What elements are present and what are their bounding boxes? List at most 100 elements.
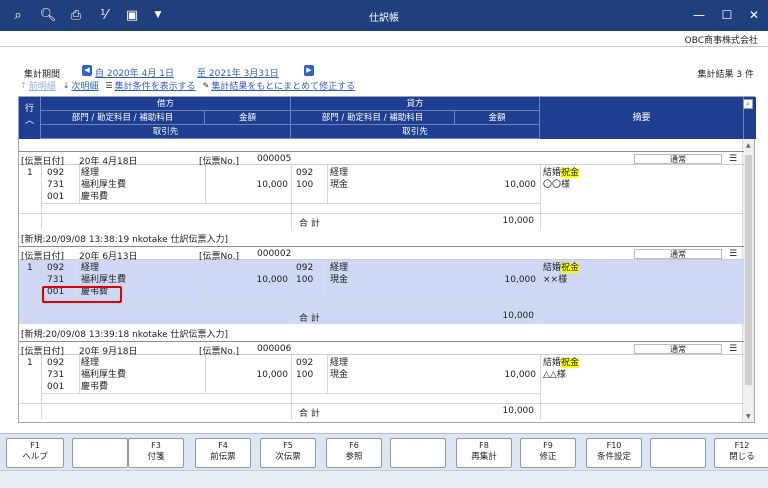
scroll-thumb[interactable] [745, 155, 752, 385]
divider [79, 165, 80, 203]
period-prev-button[interactable]: ◀ [82, 65, 92, 76]
fkey-number: F4 [218, 441, 228, 450]
fkey-f12-button[interactable]: F12 閉じる [714, 438, 768, 468]
credit-amount[interactable]: 10,000 [479, 179, 537, 191]
credit-amount[interactable]: 10,000 [479, 369, 537, 381]
fkey-f3-button[interactable]: F3 付箋 [128, 438, 184, 468]
fkey-f9-button[interactable]: F9 修正 [520, 438, 576, 468]
fkey-f5-button[interactable]: F5 次伝票 [260, 438, 316, 468]
excel-icon[interactable]: ▣ [122, 6, 142, 24]
menu-icon[interactable]: ☰ [729, 344, 737, 354]
debit-account-name: 福利厚生費 [81, 370, 127, 380]
memo-prefix: 結婚 [543, 263, 562, 273]
debit-amount[interactable]: 10,000 [231, 369, 289, 381]
voucher-type-field[interactable]: 通常 [634, 154, 722, 164]
voucher-block[interactable]: [伝票日付] 20年 9月18日 [伝票No.] 000006 通常 ☰ 1 0… [19, 341, 744, 419]
fkey-f6-button[interactable]: F6 参照 [326, 438, 382, 468]
memo-line1[interactable]: 結婚祝金 [543, 167, 580, 179]
audit-info: [新規:20/09/08 13:38:19 nkotake 仕訳伝票入力] [21, 235, 229, 245]
print-icon[interactable]: ⎙ [66, 6, 86, 24]
fkey-number: F8 [479, 441, 489, 450]
debit-sub-code[interactable]: 001 [47, 381, 64, 393]
voucher-header: [伝票日付] 20年 9月18日 [伝票No.] 000006 通常 ☰ [19, 342, 744, 357]
debit-account-name: 福利厚生費 [81, 180, 127, 190]
memo-line1[interactable]: 結婚祝金 [543, 262, 580, 274]
voucher-no: 000002 [257, 249, 292, 259]
search-page-icon[interactable]: 🔍︎ [38, 6, 58, 24]
fkey-f4-button[interactable]: F4 前伝票 [195, 438, 251, 468]
bulk-edit-link[interactable]: 集計結果をもとにまとめて修正する [211, 79, 355, 92]
show-conditions-link[interactable]: 集計条件を表示する [115, 79, 196, 92]
voucher-type-field[interactable]: 通常 [634, 344, 722, 354]
menu-icon[interactable]: ☰ [729, 249, 737, 259]
voucher-type-field[interactable]: 通常 [634, 249, 722, 259]
pencil-icon: ✎ [202, 80, 210, 90]
header-debit-account: 部門 / 勘定科目 / 補助科目 [41, 111, 205, 125]
total-amount: 10,000 [502, 406, 535, 416]
credit-dept-code[interactable]: 092 [296, 167, 313, 179]
prev-detail-link[interactable]: 前明細 [29, 79, 56, 92]
debit-account-code[interactable]: 731 [47, 179, 64, 191]
dropdown-icon[interactable]: ▼ [148, 6, 168, 24]
fkey-number: F3 [151, 441, 161, 450]
minimize-button[interactable]: — [686, 5, 712, 25]
divider [291, 165, 292, 229]
debit-dept-code[interactable]: 092 [47, 167, 64, 179]
divider [327, 260, 328, 298]
divider [205, 165, 206, 203]
header-debit-partner: 取引先 [41, 125, 291, 139]
fkey-f1-button[interactable]: F1 ヘルプ [6, 438, 64, 468]
memo-line1[interactable]: 結婚祝金 [543, 357, 580, 369]
period-to-link[interactable]: 至 2021年 3月31日 [197, 66, 279, 79]
voucher-header: [伝票日付] 20年 4月18日 [伝票No.] 000005 通常 ☰ [19, 152, 744, 167]
divider [19, 213, 744, 214]
arrow-up-icon: ↑ [20, 80, 27, 90]
search-plus-icon[interactable]: ⌕ [8, 6, 28, 24]
total-amount: 10,000 [502, 311, 535, 321]
menu-icon[interactable]: ☰ [729, 154, 737, 164]
divider [291, 260, 292, 324]
fkey-f10-button[interactable]: F10 条件設定 [586, 438, 642, 468]
divider [205, 260, 206, 298]
debit-dept-code[interactable]: 092 [47, 357, 64, 369]
memo-line2: 〇〇様 [543, 180, 571, 190]
voucher-block[interactable]: [伝票日付] 20年 6月13日 [伝票No.] 000002 通常 ☰ 1 0… [19, 246, 744, 324]
debit-account-code[interactable]: 731 [47, 369, 64, 381]
voucher-no: 000005 [257, 154, 292, 164]
header-credit-amount: 金額 [455, 111, 540, 125]
fkey-blank-button[interactable] [72, 438, 128, 468]
grid-zoom-icon[interactable]: ⌕ [743, 99, 753, 109]
audit-info: [新規:20/09/08 13:39:18 nkotake 仕訳伝票入力] [21, 330, 229, 340]
credit-account-code[interactable]: 100 [296, 179, 313, 191]
voucher-block[interactable]: [伝票日付] 20年 4月18日 [伝票No.] 000005 通常 ☰ 1 0… [19, 151, 744, 229]
next-detail-link[interactable]: 次明細 [71, 79, 98, 92]
fkey-blank-button[interactable] [390, 438, 446, 468]
debit-account-code[interactable]: 731 [47, 274, 64, 286]
close-button[interactable]: ✕ [741, 5, 767, 25]
credit-dept-code[interactable]: 092 [296, 357, 313, 369]
scroll-up-icon[interactable]: ▲ [746, 142, 751, 149]
scroll-down-icon[interactable]: ▼ [746, 413, 751, 420]
debit-sub-code[interactable]: 001 [47, 191, 64, 203]
header-credit-partner: 取引先 [291, 125, 540, 139]
debit-dept-name: 経理 [81, 168, 100, 178]
header-credit-account: 部門 / 勘定科目 / 補助科目 [291, 111, 455, 125]
calculator-icon[interactable]: ⅟ [94, 6, 114, 24]
maximize-button[interactable]: ☐ [714, 5, 740, 25]
credit-account-code[interactable]: 100 [296, 369, 313, 381]
memo-line2: ××様 [543, 275, 568, 285]
debit-dept-code[interactable]: 092 [47, 262, 64, 274]
fkey-f8-button[interactable]: F8 再集計 [456, 438, 512, 468]
debit-amount[interactable]: 10,000 [231, 179, 289, 191]
period-next-button[interactable]: ▶ [304, 65, 314, 76]
credit-amount[interactable]: 10,000 [479, 274, 537, 286]
period-from-link[interactable]: 自 2020年 4月 1日 [95, 66, 174, 79]
debit-amount[interactable]: 10,000 [231, 274, 289, 286]
memo-highlight: 祝金 [561, 358, 580, 368]
credit-dept-code[interactable]: 092 [296, 262, 313, 274]
header-line[interactable]: 行 ︿ [19, 97, 41, 139]
row-number: 1 [27, 358, 33, 368]
fkey-blank-button[interactable] [650, 438, 706, 468]
divider [41, 393, 541, 394]
credit-account-code[interactable]: 100 [296, 274, 313, 286]
